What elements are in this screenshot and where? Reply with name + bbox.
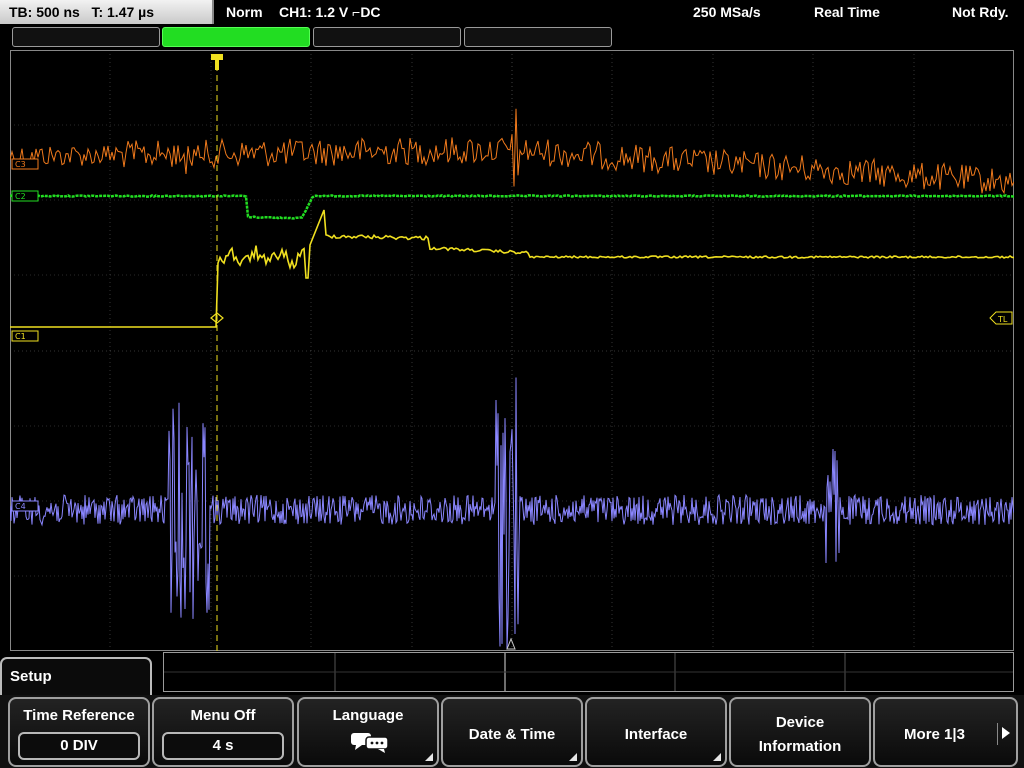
reference-strip-grid xyxy=(164,653,1013,691)
channel-tab-ch4[interactable]: CH4: 1mV≃Ω xyxy=(464,27,612,63)
reference-strip xyxy=(163,652,1014,692)
more-separator xyxy=(997,723,998,745)
ch1-marker-label: C1 xyxy=(15,332,26,341)
channel-tab-ch2[interactable]: CH2: 20 mV≃Ω xyxy=(162,27,310,63)
ch4-offset-marker[interactable]: C4 xyxy=(11,500,39,512)
submenu-corner-icon xyxy=(425,753,433,761)
channel-tab-ch1[interactable]: CH1: 5 V≃ xyxy=(12,27,160,63)
softkey-bar: Time Reference 0 DIV Menu Off 4 s Langua… xyxy=(0,695,1024,768)
ch3-offset-marker[interactable]: C3 xyxy=(11,158,39,170)
language-label: Language xyxy=(332,707,404,724)
language-softkey[interactable]: Language xyxy=(297,697,439,767)
trigger-mode[interactable]: Norm xyxy=(226,0,263,24)
time-reference-softkey[interactable]: Time Reference 0 DIV xyxy=(8,697,150,767)
menu-off-value[interactable]: 4 s xyxy=(162,732,284,760)
right-arrow-icon xyxy=(1002,727,1010,739)
sample-rate: 250 MSa/s xyxy=(693,4,761,20)
time-reference-label: Time Reference xyxy=(23,707,135,724)
submenu-corner-icon xyxy=(569,753,577,761)
more-softkey[interactable]: More 1|3 xyxy=(873,697,1018,767)
trigger-settings[interactable]: CH1: 1.2 V ⌐DC xyxy=(279,0,381,24)
ch4-marker-label: C4 xyxy=(15,502,26,511)
menu-off-label: Menu Off xyxy=(190,707,256,724)
waveform-canvas: C3 C2 C1 C4 TL xyxy=(10,50,1014,651)
ch2-marker-label: C2 xyxy=(15,192,26,201)
ch1-offset-marker[interactable]: C1 xyxy=(11,330,39,342)
device-information-label-line1: Device xyxy=(775,714,825,731)
interface-softkey[interactable]: Interface xyxy=(585,697,727,767)
waveform-display[interactable]: C3 C2 C1 C4 TL xyxy=(10,50,1014,651)
more-label: More 1|3 xyxy=(904,726,965,743)
timebase-trigger-readout[interactable]: TB: 500 ns T: 1.47 µs xyxy=(0,0,214,24)
menu-title: Setup xyxy=(10,668,52,685)
date-time-label: Date & Time xyxy=(468,726,556,743)
trigger-level-label: TL xyxy=(997,315,1008,324)
time-reference-value[interactable]: 0 DIV xyxy=(18,732,140,760)
ch2-offset-marker[interactable]: C2 xyxy=(11,190,39,202)
menu-off-softkey[interactable]: Menu Off 4 s xyxy=(152,697,294,767)
speech-bubbles-icon xyxy=(351,733,389,753)
channel-tabs: CH1: 5 V≃ CH2: 20 mV≃Ω CH3: 1mV≃Ω CH4: 1… xyxy=(0,27,1024,63)
submenu-corner-icon xyxy=(713,753,721,761)
device-information-softkey[interactable]: Device Information xyxy=(729,697,871,767)
channel-tab-ch3[interactable]: CH3: 1mV≃Ω xyxy=(313,27,461,63)
menu-title-tab: Setup xyxy=(0,657,152,697)
interface-label: Interface xyxy=(624,726,688,743)
acquisition-state: Not Rdy. xyxy=(952,4,1009,20)
acquisition-mode: Real Time xyxy=(814,4,880,20)
status-bar: TB: 500 ns T: 1.47 µs Norm CH1: 1.2 V ⌐D… xyxy=(0,0,1024,24)
date-time-softkey[interactable]: Date & Time xyxy=(441,697,583,767)
ch3-marker-label: C3 xyxy=(15,160,26,169)
device-information-label-line2: Information xyxy=(758,738,842,755)
